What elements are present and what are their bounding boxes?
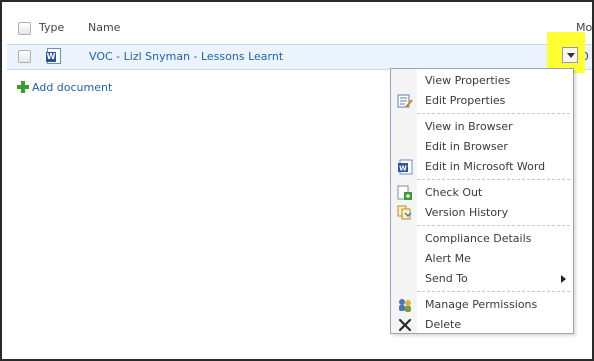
check-out-icon (397, 185, 413, 201)
menu-item-label: Delete (425, 318, 462, 331)
menu-item-label: Compliance Details (425, 232, 532, 245)
menu-item-label: Edit Properties (425, 94, 506, 107)
item-context-menu: View Properties Edit Properties View in … (390, 68, 574, 334)
menu-item-edit-in-browser[interactable]: Edit in Browser (391, 137, 573, 157)
menu-item-label: Manage Permissions (425, 298, 538, 311)
select-all-checkbox[interactable] (18, 22, 31, 35)
menu-item-label: Version History (425, 206, 509, 219)
document-name-link[interactable]: VOC - Lizl Snyman - Lessons Learnt (89, 50, 283, 63)
delete-icon (397, 317, 413, 333)
menu-separator (417, 179, 570, 180)
row-checkbox[interactable] (18, 50, 31, 63)
menu-item-check-out[interactable]: Check Out (391, 183, 573, 203)
word-icon: W (397, 159, 413, 175)
submenu-arrow-icon (561, 275, 566, 283)
svg-text:W: W (399, 165, 407, 173)
list-header: Type Name Mo (2, 16, 592, 40)
menu-item-version-history[interactable]: Version History (391, 203, 573, 223)
menu-item-manage-permissions[interactable]: Manage Permissions (391, 295, 573, 315)
add-document-label: Add document (32, 81, 113, 94)
menu-item-label: View in Browser (425, 120, 513, 133)
menu-item-view-properties[interactable]: View Properties (391, 71, 573, 91)
menu-separator (417, 113, 570, 114)
edit-properties-icon (397, 93, 413, 109)
menu-item-label: Edit in Browser (425, 140, 508, 153)
menu-item-alert-me[interactable]: Alert Me (391, 249, 573, 269)
plus-icon (17, 81, 29, 93)
document-library-view: Type Name Mo VOC - Lizl Snyman - Lessons… (0, 0, 594, 361)
manage-permissions-icon (397, 297, 413, 313)
menu-item-label: Edit in Microsoft Word (425, 160, 546, 173)
version-history-icon (397, 205, 413, 221)
item-menu-dropdown-button[interactable] (562, 47, 578, 63)
type-column-header[interactable]: Type (39, 21, 64, 34)
menu-separator (417, 225, 570, 226)
menu-item-send-to[interactable]: Send To (391, 269, 573, 289)
menu-item-label: Send To (425, 272, 468, 285)
menu-item-label: Check Out (425, 186, 483, 199)
menu-item-edit-in-word[interactable]: W Edit in Microsoft Word (391, 157, 573, 177)
name-column-header[interactable]: Name (88, 21, 120, 34)
menu-item-compliance-details[interactable]: Compliance Details (391, 229, 573, 249)
item-menu-highlight (547, 32, 585, 73)
menu-item-edit-properties[interactable]: Edit Properties (391, 91, 573, 111)
menu-item-delete[interactable]: Delete (391, 315, 573, 335)
table-row[interactable]: VOC - Lizl Snyman - Lessons Learnt :0 (7, 44, 592, 70)
menu-separator (417, 291, 570, 292)
menu-item-label: Alert Me (425, 252, 471, 265)
menu-item-label: View Properties (425, 74, 511, 87)
menu-item-view-in-browser[interactable]: View in Browser (391, 117, 573, 137)
word-document-icon (46, 48, 61, 64)
